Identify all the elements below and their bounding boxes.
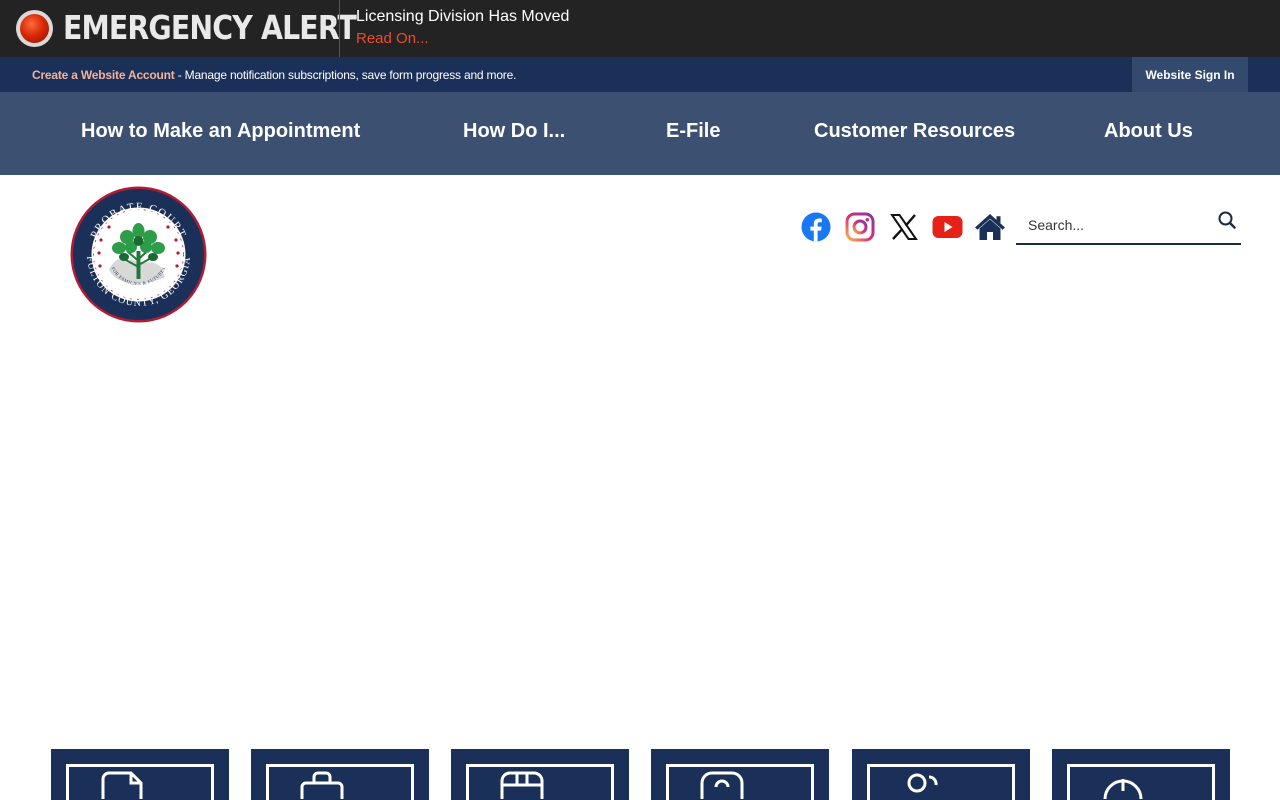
site-search (1016, 204, 1241, 245)
home-icon[interactable] (974, 211, 1006, 243)
alert-headline[interactable]: Licensing Division Has Moved (356, 8, 569, 26)
account-bar: Create a Website Account - Manage notifi… (0, 57, 1280, 92)
quick-link-tile-5[interactable] (852, 749, 1030, 800)
people-icon (907, 773, 938, 793)
nav-item-how-do-i[interactable]: How Do I... (463, 120, 565, 143)
alert-beacon-icon (16, 10, 53, 47)
alert-read-on-link[interactable]: Read On... (356, 30, 429, 47)
contact-icon (700, 771, 744, 799)
quick-link-tile-3[interactable] (451, 749, 629, 800)
instagram-icon[interactable] (844, 211, 876, 243)
search-icon[interactable] (1216, 209, 1238, 231)
nav-item-appointment[interactable]: How to Make an Appointment (81, 120, 360, 143)
emergency-alert-bar: EMERGENCY ALERT Licensing Division Has M… (0, 0, 1280, 57)
quick-link-tile-6[interactable] (1052, 749, 1230, 800)
briefcase-icon (300, 771, 344, 799)
nav-item-customer-resources[interactable]: Customer Resources (814, 120, 1015, 143)
nav-item-e-file[interactable]: E-File (666, 120, 720, 143)
clock-icon (1103, 779, 1143, 799)
alert-title: EMERGENCY ALERT (63, 8, 357, 47)
youtube-icon[interactable] (931, 211, 963, 243)
account-message: Create a Website Account - Manage notifi… (32, 68, 516, 82)
x-icon[interactable] (888, 211, 920, 243)
alert-divider (339, 0, 340, 57)
quick-link-tile-2[interactable] (251, 749, 429, 800)
calendar-icon (500, 771, 544, 799)
account-description: - Manage notification subscriptions, sav… (174, 68, 517, 82)
facebook-icon[interactable] (800, 211, 832, 243)
quick-link-tile-4[interactable] (651, 749, 829, 800)
quick-link-tile-1[interactable] (51, 749, 229, 800)
nav-item-about-us[interactable]: About Us (1104, 120, 1193, 143)
probate-court-seal-logo[interactable]: PROBATE COURT FULTON COUNTY, GEORGIA FOR… (69, 185, 208, 324)
create-account-link[interactable]: Create a Website Account (32, 68, 175, 82)
website-sign-in-button[interactable]: Website Sign In (1132, 57, 1248, 92)
document-icon (101, 771, 143, 799)
main-nav: How to Make an Appointment How Do I... E… (0, 92, 1280, 175)
search-input[interactable] (1028, 213, 1208, 237)
seal-graphic: PROBATE COURT FULTON COUNTY, GEORGIA FOR… (70, 186, 207, 323)
